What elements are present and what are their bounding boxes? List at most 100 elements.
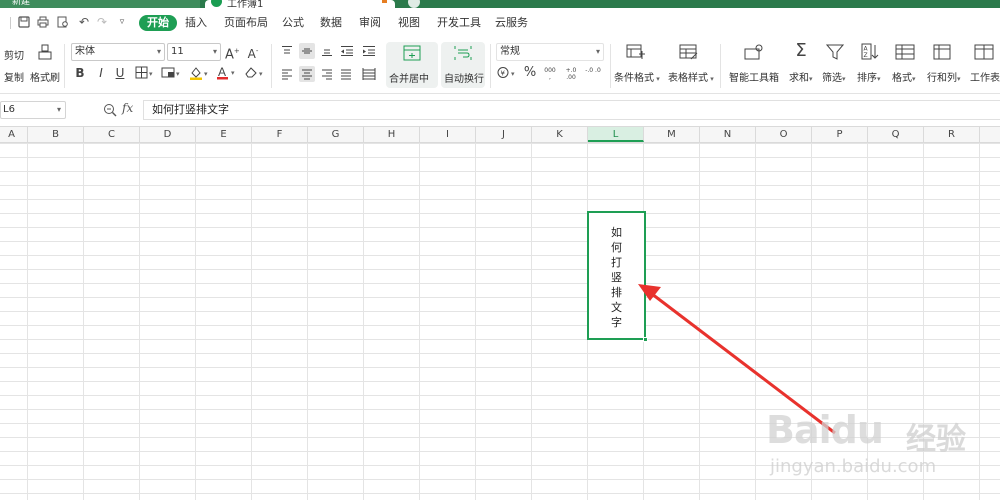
format-icon [895,44,915,64]
add-tab-icon[interactable] [408,0,420,8]
wrap-text-button[interactable]: 自动换行 [441,42,485,88]
column-header-p[interactable]: P [812,127,868,142]
decrease-indent-icon[interactable] [340,45,354,61]
formula-input[interactable]: 如何打竖排文字 [143,100,1000,120]
increase-font-icon[interactable]: A+ [225,44,240,62]
column-header-e[interactable]: E [196,127,252,142]
menu-home[interactable]: 开始 [139,15,177,31]
menu-data[interactable]: 数据 [320,15,342,31]
menu-developer[interactable]: 开发工具 [437,15,481,31]
number-format-select[interactable]: 常规 ▾ [496,43,604,61]
svg-text:▾: ▾ [259,70,263,78]
column-header-i[interactable]: I [420,127,476,142]
column-header-l[interactable]: L [588,127,644,142]
print-preview-icon[interactable] [57,16,69,28]
underline-button[interactable]: U [114,66,126,80]
wrap-text-label: 自动换行 [444,74,484,85]
font-size-value: 11 [171,46,184,57]
sort-button[interactable]: 排序▾ [857,69,881,84]
merge-center-button[interactable]: 合并居中 [386,42,438,88]
chevron-down-icon: ▾ [212,47,217,56]
filter-button[interactable]: 筛选▾ [822,69,846,84]
distribute-icon[interactable] [362,68,376,84]
redo-icon[interactable]: ↷ [96,16,108,28]
align-left-icon[interactable] [281,68,293,84]
column-header-f[interactable]: F [252,127,308,142]
customize-dropdown-icon[interactable]: ▿ [116,16,128,28]
align-center-icon[interactable] [299,66,315,82]
align-bottom-icon[interactable] [321,45,333,61]
sort-icon: AZ [861,43,879,64]
zoom-search-icon[interactable] [103,103,117,120]
tab-new[interactable]: 新建 [0,0,200,8]
justify-icon[interactable] [340,68,352,84]
vertical-char: 何 [611,241,622,254]
decrease-font-icon[interactable]: A- [246,44,260,61]
menu-cloud[interactable]: 云服务 [495,15,528,31]
align-middle-icon[interactable] [299,43,315,59]
column-header-h[interactable]: H [364,127,420,142]
worksheet-button[interactable]: 工作表 [970,69,1000,84]
column-header-g[interactable]: G [308,127,364,142]
sum-button[interactable]: 求和▾ [789,69,813,84]
fill-handle[interactable] [643,337,648,342]
print-icon[interactable] [37,16,49,28]
fill-color-icon[interactable]: ▾ [189,66,211,84]
grid-column-line [139,143,140,500]
font-color-icon[interactable]: A ▾ [216,65,238,84]
thousands-button[interactable]: 000, [543,67,557,81]
column-header-d[interactable]: D [140,127,196,142]
column-header-b[interactable]: B [28,127,84,142]
filter-icon [825,44,845,64]
menu-insert[interactable]: 插入 [185,15,207,31]
smart-toolbox-button[interactable]: 智能工具箱 [729,69,779,84]
font-name-select[interactable]: 宋体 ▾ [71,43,165,61]
undo-icon[interactable]: ↶ [78,16,90,28]
format-painter-button[interactable]: 格式刷 [30,69,60,84]
sort-label: 排序 [857,73,877,84]
column-header-r[interactable]: R [924,127,980,142]
border-icon[interactable]: ▾ [135,66,155,83]
active-cell-L6[interactable]: 如何打竖排文字 [587,211,648,342]
svg-text:▾: ▾ [176,70,180,78]
align-top-icon[interactable] [281,45,293,61]
copy-button[interactable]: 复制 [4,69,24,84]
column-header-q[interactable]: Q [868,127,924,142]
font-size-select[interactable]: 11 ▾ [167,43,221,61]
column-header-n[interactable]: N [700,127,756,142]
fx-icon[interactable]: fx [122,101,133,115]
format-button[interactable]: 格式▾ [892,69,916,84]
bold-button[interactable]: B [74,66,86,80]
menu-formulas[interactable]: 公式 [282,15,304,31]
italic-button[interactable]: I [95,66,107,80]
tab-workbook[interactable]: 工作簿1 [205,0,395,8]
row-col-button[interactable]: 行和列▾ [927,69,961,84]
column-header-a[interactable]: A [0,127,28,142]
align-right-icon[interactable] [321,68,333,84]
fill-style-icon[interactable]: ▾ [161,66,183,83]
watermark: Baidu 经验 jingyan.baidu.com [760,388,1000,500]
clear-format-icon[interactable]: ▾ [244,66,266,83]
decrease-decimal-button[interactable]: -.0 .0 [585,67,601,74]
column-header-c[interactable]: C [84,127,140,142]
percent-button[interactable]: % [523,66,537,80]
font-name-value: 宋体 [75,46,95,57]
cut-button[interactable]: 剪切 [4,47,24,62]
currency-icon[interactable]: ¥ ▾ [496,66,520,83]
column-header-o[interactable]: O [756,127,812,142]
menu-review[interactable]: 审阅 [359,15,381,31]
name-box[interactable]: L6 ▾ [0,101,66,119]
column-header-m[interactable]: M [644,127,700,142]
save-icon[interactable] [18,16,30,28]
column-header-j[interactable]: J [476,127,532,142]
increase-indent-icon[interactable] [362,45,376,61]
grid-column-line [307,143,308,500]
grid-column-line [699,143,700,500]
menu-page-layout[interactable]: 页面布局 [224,15,268,31]
menu-view[interactable]: 视图 [398,15,420,31]
conditional-format-button[interactable]: 条件格式 ▾ [614,69,660,84]
divider [490,44,491,88]
column-header-k[interactable]: K [532,127,588,142]
table-style-button[interactable]: 表格样式 ▾ [668,69,714,84]
increase-decimal-button[interactable]: +.0 .00 [563,67,579,81]
